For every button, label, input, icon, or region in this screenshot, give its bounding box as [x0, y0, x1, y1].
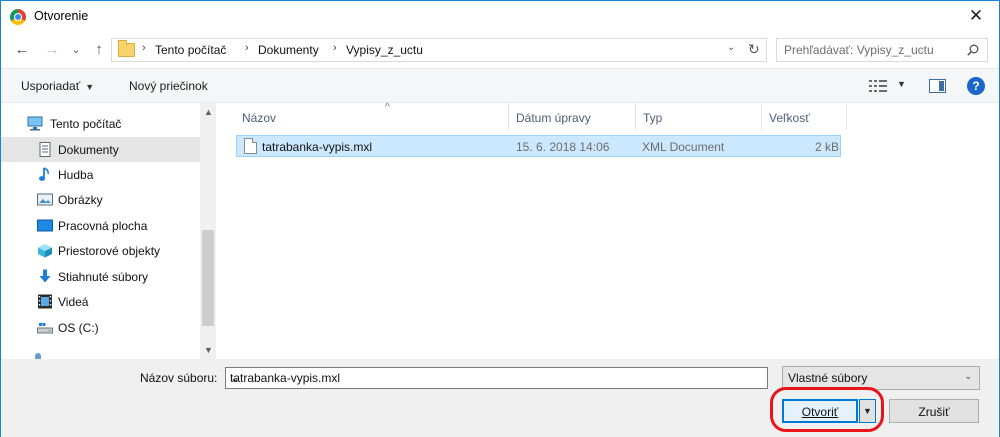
sidebar-item-downloads[interactable]: Stiahnuté súbory [1, 264, 201, 289]
breadcrumb-this-pc[interactable]: Tento počítač [155, 43, 226, 57]
column-header-date-modified[interactable]: Dátum úpravy [509, 103, 636, 130]
file-list: Názov ^ Dátum úpravy Typ Veľkosť tatraba… [216, 102, 999, 359]
sidebar-item-label: Pracovná plocha [58, 219, 148, 233]
documents-icon [39, 142, 51, 157]
file-size: 2 kB [815, 140, 840, 154]
open-button-label: Otvoriť [801, 405, 839, 419]
up-button[interactable]: ↑ [90, 41, 108, 59]
search-placeholder: Prehľadávať: Vypisy_z_uctu [784, 43, 934, 57]
filename-label: Názov súboru: [140, 371, 218, 385]
sidebar-scrollbar[interactable]: ▲ ▼ [200, 103, 216, 359]
sidebar-item-label: Stiahnuté súbory [58, 270, 149, 284]
dialog-footer: Názov súboru: tatrabanka-vypis.mxl ⌄ Vla… [1, 359, 999, 437]
drive-icon [37, 323, 53, 334]
column-header-label: Dátum úpravy [516, 111, 591, 125]
sidebar-item-videos[interactable]: Videá [1, 289, 201, 314]
file-date-modified: 15. 6. 2018 14:06 [516, 140, 610, 154]
file-type: XML Document [642, 140, 725, 154]
search-input[interactable]: Prehľadávať: Vypisy_z_uctu [776, 38, 988, 62]
column-header-label: Názov [242, 111, 277, 125]
preview-pane-icon[interactable] [929, 79, 946, 93]
close-button[interactable]: ✕ [961, 5, 991, 29]
desktop-icon [37, 219, 53, 232]
chevron-down-icon: ▼ [85, 82, 95, 92]
breadcrumb-documents[interactable]: Dokumenty [258, 43, 319, 57]
music-icon [39, 167, 49, 181]
videos-icon [38, 294, 52, 309]
sidebar-item-pictures[interactable]: Obrázky [1, 187, 201, 212]
navigation-pane: Tento počítač Dokumenty Hudba Obrázky Pr… [1, 103, 216, 359]
scroll-up-icon[interactable]: ▲ [204, 107, 213, 117]
sidebar-item-label: Priestorové objekty [58, 244, 161, 258]
cancel-button-label: Zrušiť [918, 405, 950, 419]
computer-icon [27, 116, 43, 131]
column-header-size[interactable]: Veľkosť [762, 103, 847, 130]
column-header-label: Typ [643, 111, 663, 125]
search-icon[interactable] [967, 44, 979, 56]
chevron-down-icon: ⌄ [964, 371, 972, 381]
refresh-icon[interactable]: ↻ [748, 41, 760, 58]
open-button[interactable]: Otvoriť [782, 399, 858, 423]
sidebar-item-this-pc[interactable]: Tento počítač [1, 111, 201, 136]
command-bar: Usporiadať ▼ Nový priečinok ▼ ? [1, 68, 999, 103]
table-row[interactable]: tatrabanka-vypis.mxl 15. 6. 2018 14:06 X… [236, 135, 841, 157]
sidebar-item-drive-c[interactable]: OS (C:) [1, 315, 201, 340]
chrome-icon [10, 9, 26, 25]
new-folder-button[interactable]: Nový priečinok [129, 79, 208, 93]
cancel-button[interactable]: Zrušiť [889, 399, 979, 423]
sidebar-item-label: OS (C:) [58, 321, 99, 335]
sidebar-item-3d-objects[interactable]: Priestorové objekty [1, 238, 201, 263]
help-icon[interactable]: ? [967, 77, 985, 95]
pictures-icon [37, 193, 53, 206]
navigation-bar: ← → ⌄ ↑ › Tento počítač › Dokumenty › Vy… [1, 32, 999, 68]
sidebar-item-label: Obrázky [58, 193, 103, 207]
sidebar-item-documents[interactable]: Dokumenty [1, 137, 201, 162]
filename-input[interactable]: tatrabanka-vypis.mxl ⌄ [225, 367, 768, 389]
column-header-name[interactable]: Názov ^ [235, 102, 509, 130]
file-type-filter-value: Vlastné súbory [788, 371, 868, 385]
scrollbar-thumb[interactable] [202, 230, 214, 326]
breadcrumb-separator: › [245, 42, 249, 54]
address-bar[interactable]: › Tento počítač › Dokumenty › Vypisy_z_u… [111, 38, 767, 62]
chevron-down-icon: ▼ [863, 406, 872, 416]
breadcrumb-separator: › [333, 42, 337, 54]
sidebar-item-music[interactable]: Hudba [1, 162, 201, 187]
open-file-dialog: Otvorenie ✕ ← → ⌄ ↑ › Tento počítač › Do… [0, 0, 1000, 437]
forward-button[interactable]: → [43, 41, 61, 59]
view-options-icon[interactable] [869, 79, 887, 93]
organize-menu[interactable]: Usporiadať ▼ [21, 79, 94, 93]
sidebar-item-label: Dokumenty [58, 143, 119, 157]
back-button[interactable]: ← [13, 41, 31, 59]
view-options-dropdown[interactable]: ▼ [897, 79, 906, 89]
window-title: Otvorenie [34, 9, 89, 23]
sidebar-item-label: Videá [58, 295, 89, 309]
file-icon [244, 138, 257, 154]
3d-objects-icon [38, 244, 52, 258]
chevron-down-icon[interactable]: ⌄ [230, 371, 761, 385]
breadcrumb-current-folder[interactable]: Vypisy_z_uctu [346, 43, 423, 57]
breadcrumb-separator: › [142, 42, 146, 54]
sidebar-item-label: Hudba [58, 168, 94, 182]
downloads-icon [39, 269, 51, 283]
sidebar-item-desktop[interactable]: Pracovná plocha [1, 213, 201, 238]
sidebar-item-label: Tento počítač [50, 117, 122, 131]
recent-locations-button[interactable]: ⌄ [67, 41, 85, 59]
file-name: tatrabanka-vypis.mxl [262, 140, 373, 154]
open-options-dropdown[interactable]: ▼ [859, 399, 876, 423]
folder-icon [118, 40, 135, 57]
sort-ascending-icon: ^ [385, 102, 390, 113]
column-header-type[interactable]: Typ [636, 103, 762, 130]
scroll-down-icon[interactable]: ▼ [204, 345, 213, 355]
organize-label: Usporiadať [21, 79, 81, 93]
title-bar: Otvorenie ✕ [1, 1, 999, 32]
address-history-dropdown[interactable]: ⌄ [727, 42, 735, 53]
column-header-label: Veľkosť [769, 111, 810, 125]
